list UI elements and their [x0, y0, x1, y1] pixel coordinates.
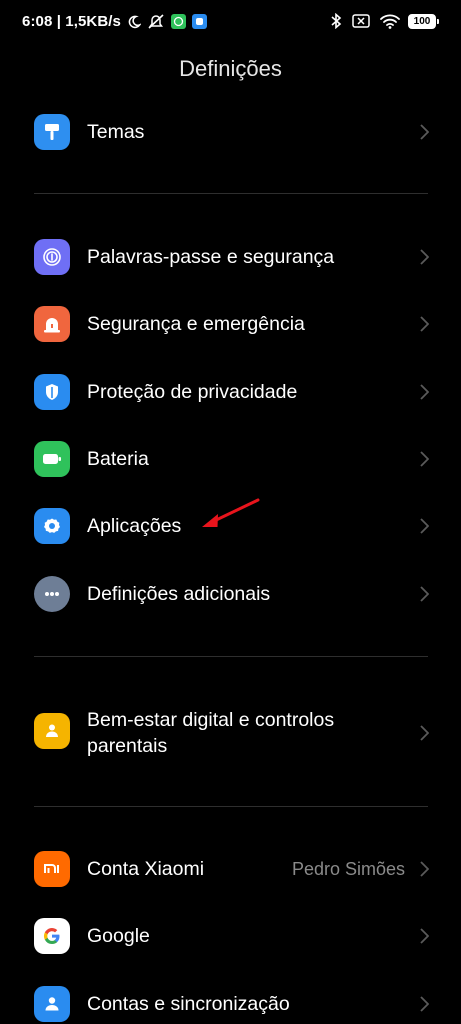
settings-item-label: Contas e sincronização: [87, 993, 290, 1015]
chevron-right-icon: [419, 517, 429, 535]
status-time-speed: 6:08 | 1,5KB/s: [22, 13, 121, 30]
whatsapp-icon: [170, 14, 186, 29]
battery-level: 100: [413, 15, 431, 27]
settings-item-label: Google: [87, 925, 150, 947]
settings-item-label: Temas: [87, 121, 145, 143]
red-arrow-annotation-icon: [198, 496, 262, 537]
settings-item-xiaomi-account[interactable]: Conta Xiaomi Pedro Simões: [0, 851, 461, 887]
google-icon: [34, 918, 70, 954]
bell-off-icon: [147, 13, 165, 30]
settings-item-label: Palavras-passe e segurança: [87, 246, 335, 268]
settings-item-accounts-sync[interactable]: Contas e sincronização: [0, 986, 461, 1022]
settings-item-additional-settings[interactable]: Definições adicionais: [0, 576, 461, 612]
emergency-light-icon: [34, 306, 70, 342]
section-divider: [34, 193, 428, 194]
settings-item-digital-wellbeing[interactable]: Bem-estar digital e controlos parentais: [0, 707, 461, 759]
wellbeing-icon: [34, 713, 70, 749]
privacy-shield-icon: [34, 374, 70, 410]
status-bar: 6:08 | 1,5KB/s 100: [0, 0, 461, 44]
settings-item-label: Bateria: [87, 448, 149, 470]
chevron-right-icon: [419, 450, 429, 468]
section-divider: [34, 656, 428, 657]
account-name-value: Pedro Simões: [291, 858, 405, 879]
settings-item-battery[interactable]: Bateria: [0, 441, 461, 477]
chevron-right-icon: [419, 123, 429, 141]
chevron-right-icon: [419, 724, 429, 742]
settings-item-label: Segurança e emergência: [87, 313, 305, 335]
settings-item-themes[interactable]: Temas: [0, 114, 461, 150]
chevron-right-icon: [419, 383, 429, 401]
settings-item-label: Definições adicionais: [87, 583, 271, 605]
fingerprint-icon: [34, 239, 70, 275]
battery-icon: [34, 441, 70, 477]
settings-item-privacy-protection[interactable]: Proteção de privacidade: [0, 374, 461, 410]
settings-item-passwords-security[interactable]: Palavras-passe e segurança: [0, 239, 461, 275]
page-title: Definições: [179, 56, 282, 81]
bluetooth-icon: [330, 13, 342, 29]
moon-icon: [127, 15, 141, 29]
chevron-right-icon: [419, 585, 429, 603]
chevron-right-icon: [419, 248, 429, 266]
chevron-right-icon: [419, 927, 429, 945]
gear-icon: [34, 508, 70, 544]
settings-item-label: Bem-estar digital e controlos parentais: [87, 709, 335, 757]
paint-roller-icon: [34, 114, 70, 150]
account-icon: [34, 986, 70, 1022]
battery-indicator: 100: [408, 13, 439, 29]
section-divider: [34, 806, 428, 807]
settings-item-google[interactable]: Google: [0, 918, 461, 954]
more-dots-icon: [34, 576, 70, 612]
no-sim-icon: [352, 14, 370, 28]
settings-item-safety-emergency[interactable]: Segurança e emergência: [0, 306, 461, 342]
xiaomi-mi-icon: [34, 851, 70, 887]
app-notification-icon: [191, 14, 207, 29]
chevron-right-icon: [419, 860, 429, 878]
settings-item-label: Proteção de privacidade: [87, 381, 298, 403]
chevron-right-icon: [419, 995, 429, 1013]
chevron-right-icon: [419, 315, 429, 333]
wifi-icon: [380, 14, 400, 29]
